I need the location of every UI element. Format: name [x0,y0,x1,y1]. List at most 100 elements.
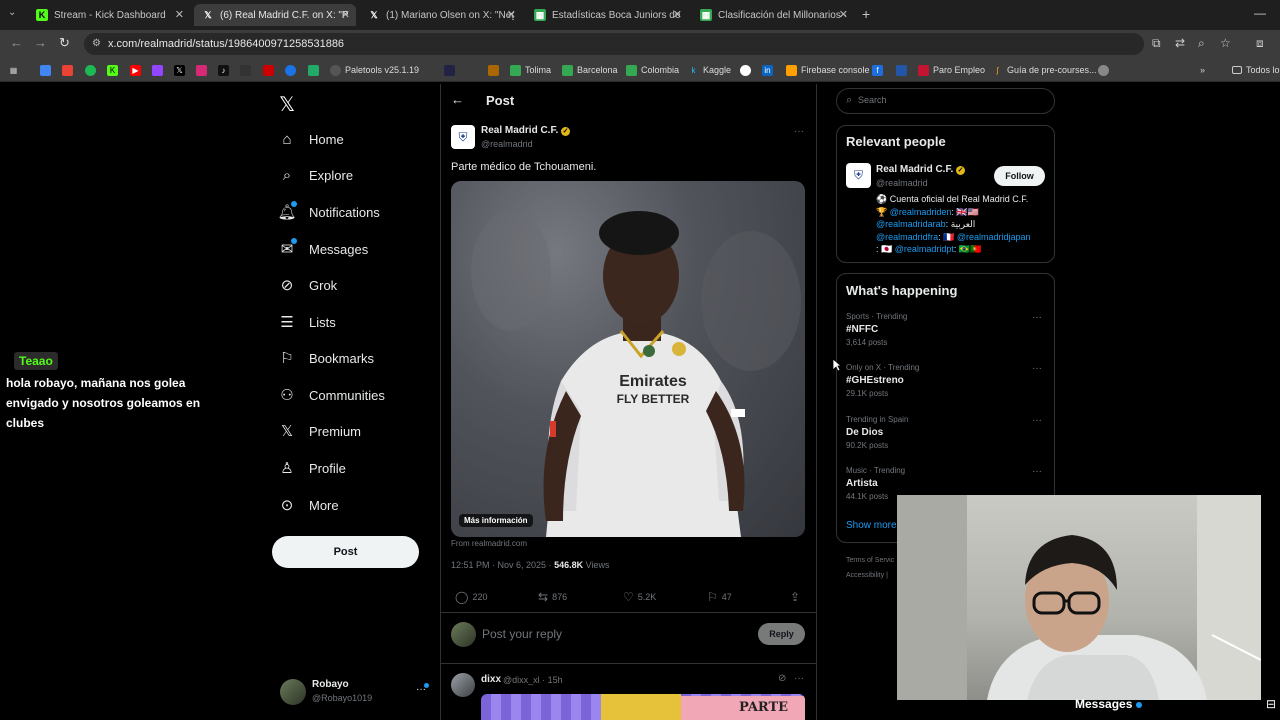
repost-action[interactable]: ⇆ 876 [538,590,567,604]
nav-bookmarks[interactable]: ⚐ Bookmarks [278,344,374,372]
more-icon[interactable]: ··· [1032,415,1042,426]
reload-icon[interactable]: ↻ [59,35,70,51]
nav-communities[interactable]: ⚇ Communities [278,381,385,409]
bookmark-icon[interactable] [488,63,503,77]
tab-search-icon[interactable]: ⌄ [8,7,16,18]
tiktok-icon[interactable]: ♪ [218,63,233,77]
trend-item[interactable]: Only on X · Trending #GHEstreno 29.1K po… [846,363,919,398]
close-tab-icon[interactable]: ✕ [507,8,516,21]
browser-tab-active[interactable]: 𝕏 (6) Real Madrid C.F. on X: "Parte ✕ [194,4,356,26]
post-author[interactable]: Real Madrid C.F. ✓ [481,125,571,136]
back-arrow-icon[interactable]: ← [451,92,464,107]
person-handle[interactable]: @realmadrid [876,178,928,188]
zoom-icon[interactable]: ⌕ [1198,36,1205,51]
close-tab-icon[interactable]: ✕ [673,8,682,21]
github-icon[interactable] [740,63,755,77]
more-options-icon[interactable]: ··· [794,673,804,684]
new-tab-button[interactable]: + [862,6,870,22]
bookmark-icon[interactable] [1098,63,1113,77]
more-icon[interactable]: ··· [1032,363,1042,374]
close-tab-icon[interactable]: ✕ [341,8,350,21]
more-icon[interactable]: ··· [1032,312,1042,323]
bookmark-icon[interactable] [308,63,323,77]
more-icon[interactable]: ··· [1032,466,1042,477]
extensions-icon[interactable]: ⧈ [1256,36,1264,51]
google-icon[interactable] [40,63,55,77]
apps-icon[interactable]: ▦ [8,63,23,77]
media-info-label[interactable]: Más información [459,514,533,527]
linkedin-icon[interactable]: in [762,63,777,77]
reply-author[interactable]: dixx [481,674,501,685]
bookmark-action[interactable]: ⚐ 47 [707,590,732,604]
nav-profile[interactable]: ♙ Profile [278,454,346,482]
messages-dock[interactable]: Messages [1075,697,1142,711]
nav-home[interactable]: ⌂ Home [278,125,343,153]
spotify-icon[interactable] [85,63,100,77]
bookmark-colombia[interactable]: Colombia [626,63,679,77]
forward-icon[interactable]: → [34,35,47,50]
nav-notifications[interactable]: 🔔︎ Notifications [277,198,380,226]
grok-icon[interactable]: ⊘ [778,673,786,684]
footer-link[interactable]: Accessibility | [846,572,888,579]
browser-tab[interactable]: K Stream - Kick Dashboard ✕ [28,4,190,26]
bookmark-icon[interactable] [285,63,300,77]
browser-tab[interactable]: ▦ Clasificación del Millonarios - T ✕ [692,4,854,26]
nav-lists[interactable]: ☰ Lists [278,308,335,336]
trend-item[interactable]: Trending in Spain De Dios 90.2K posts [846,415,908,450]
more-bookmarks-icon[interactable]: » [1200,63,1205,77]
nav-explore[interactable]: ⌕ Explore [278,161,353,189]
site-info-icon[interactable]: ⚙ [92,33,101,55]
translate-icon[interactable]: ⇄ [1175,36,1185,50]
reply-media[interactable]: PARTE [481,694,805,720]
follow-button[interactable]: Follow [994,166,1045,186]
share-action[interactable]: ⇪ [790,590,804,604]
person-name[interactable]: Real Madrid C.F. ✓ [876,164,966,175]
reply-avatar[interactable] [451,673,475,697]
link-source[interactable]: From realmadrid.com [451,539,527,548]
kick-icon[interactable]: K [107,63,122,77]
address-bar[interactable]: ⚙ x.com/realmadrid/status/19864009712585… [84,33,1144,55]
account-switcher[interactable]: Robayo @Robayo1019 ··· [278,676,438,710]
bookmark-icon[interactable] [896,63,911,77]
show-more-link[interactable]: Show more [846,520,897,531]
bookmark-barcelona[interactable]: Barcelona [562,63,618,77]
x-icon[interactable]: 𝕏 [174,63,189,77]
more-options-icon[interactable]: ··· [794,126,804,137]
bookmark-guia[interactable]: ʃ Guía de pre-courses... [992,63,1097,77]
search-input[interactable]: ⌕ Search [836,88,1055,114]
reply-input[interactable]: Post your reply [482,627,562,641]
close-tab-icon[interactable]: ✕ [175,8,184,21]
minimize-icon[interactable]: — [1254,6,1266,20]
real-madrid-avatar[interactable]: ⛨ [451,125,475,149]
nav-grok[interactable]: ⊘ Grok [278,271,337,299]
back-icon[interactable]: ← [10,35,23,50]
x-logo-icon[interactable]: 𝕏 [279,92,295,117]
real-madrid-avatar[interactable]: ⛨ [846,163,871,188]
reply-button[interactable]: Reply [758,623,805,645]
reply-action[interactable]: ◯ 220 [455,590,487,604]
bookmark-firebase[interactable]: Firebase console [786,63,870,77]
nav-more[interactable]: ⊙ More [278,491,339,519]
browser-tab[interactable]: ▦ Estadísticas Boca Juniors de Cal ✕ [526,4,688,26]
youtube-icon[interactable]: ▶ [130,63,145,77]
bookmark-paro-empleo[interactable]: Paro Empleo [918,63,985,77]
browser-tab[interactable]: 𝕏 (1) Mariano Olsen on X: "Negoci ✕ [360,4,522,26]
instagram-icon[interactable] [196,63,211,77]
expand-messages-icon[interactable]: ⊟ [1266,697,1276,711]
bookmark-tolima[interactable]: Tolima [510,63,551,77]
trend-item[interactable]: Sports · Trending #NFFC 3,614 posts [846,312,907,347]
bookmark-icon[interactable] [263,63,278,77]
install-icon[interactable]: ⧉ [1152,36,1161,51]
twitch-icon[interactable] [152,63,167,77]
bookmark-icon[interactable] [444,63,459,77]
nav-premium[interactable]: 𝕏 Premium [278,417,361,445]
post-handle[interactable]: @realmadrid [481,139,533,149]
bookmark-icon[interactable] [240,63,255,77]
bookmark-kaggle[interactable]: k Kaggle [688,63,732,77]
star-icon[interactable]: ☆ [1220,36,1231,50]
nav-messages[interactable]: ✉ Messages [278,235,368,263]
bookmark-paletools[interactable]: Paletools v25.1.19 [330,63,419,77]
like-action[interactable]: ♡ 5.2K [623,590,656,604]
gmail-icon[interactable] [62,63,77,77]
post-image[interactable]: Emirates FLY BETTER Más información [451,181,805,537]
